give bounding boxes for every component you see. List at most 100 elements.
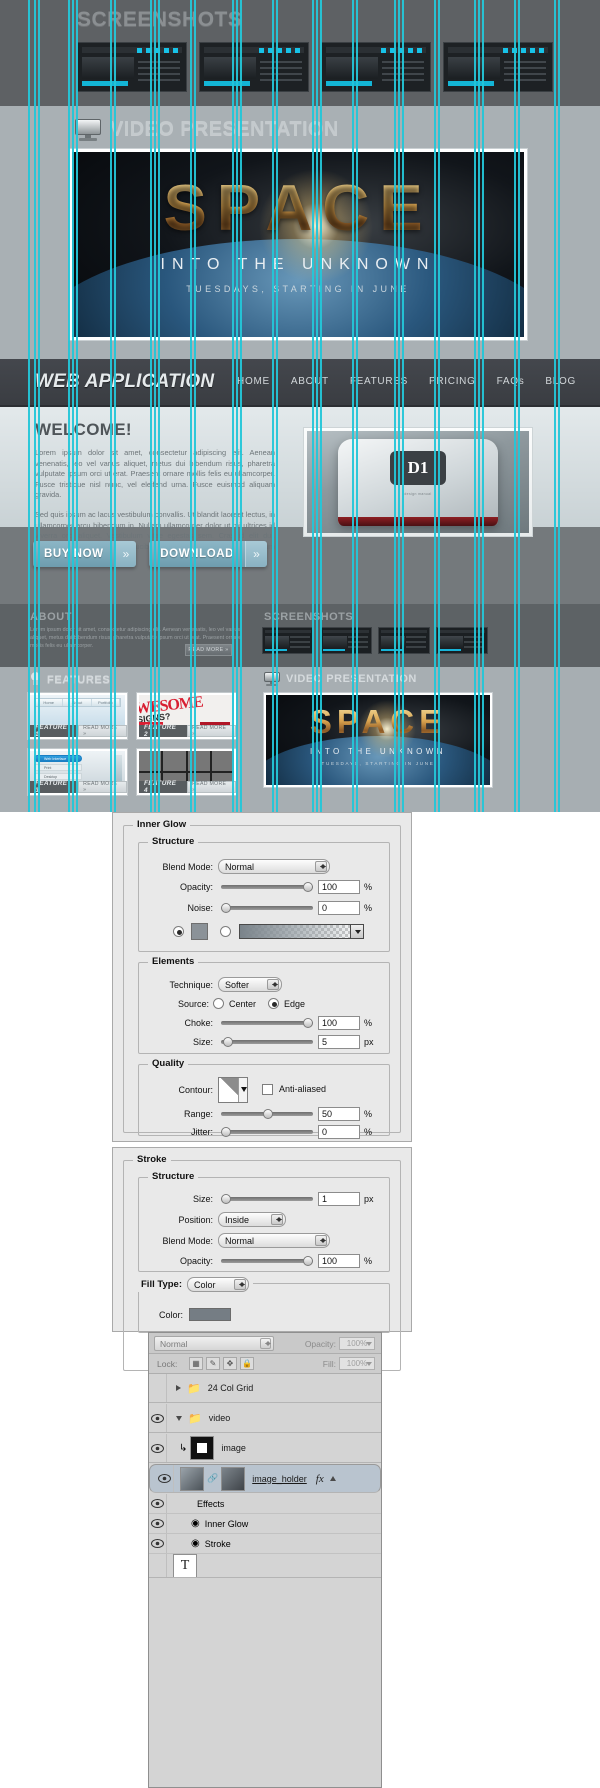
stepper-icon[interactable]	[234, 1279, 246, 1290]
ig-source-edge-radio[interactable]	[268, 998, 280, 1009]
chevron-up-icon[interactable]	[329, 1476, 336, 1481]
feature-card[interactable]: Home About Portfolio FEATURE 1 READ MORE »	[27, 692, 128, 740]
st-fill-type-select[interactable]: Color	[187, 1277, 249, 1292]
feature-card[interactable]: FEATURE 4 READ MORE »	[136, 748, 237, 796]
layer-row-video[interactable]: 📁 video	[149, 1404, 381, 1433]
ig-jitter-value[interactable]: 0	[318, 1125, 360, 1139]
layer-row-stroke[interactable]: ◉ Stroke	[149, 1534, 381, 1554]
lock-transparent-icon[interactable]: ▦	[189, 1357, 203, 1370]
layer-thumbnail[interactable]	[180, 1466, 204, 1491]
feature-3-read-more[interactable]: READ MORE »	[78, 781, 127, 793]
layer-row-image-holder[interactable]: 🔗 image_holder fx	[149, 1464, 381, 1493]
eye-toggle-icon[interactable]	[149, 1494, 167, 1513]
lock-brush-icon[interactable]: ✎	[206, 1357, 220, 1370]
ig-source-center-radio[interactable]	[213, 998, 224, 1009]
feature-4-name: FEATURE 4	[139, 780, 188, 794]
st-color-swatch[interactable]	[189, 1308, 231, 1321]
screenshot-thumb[interactable]	[321, 42, 431, 92]
stepper-icon[interactable]	[271, 1214, 283, 1225]
lock-all-icon[interactable]: 🔒	[240, 1357, 254, 1370]
download-button[interactable]: DOWNLOAD »	[149, 541, 267, 567]
fx-icon[interactable]: fx	[316, 1473, 324, 1485]
eye-toggle-icon[interactable]	[149, 1534, 167, 1553]
st-size-value[interactable]: 1	[318, 1192, 360, 1206]
stepper-icon[interactable]	[315, 1235, 327, 1246]
eye-toggle-icon[interactable]	[149, 1404, 167, 1432]
ig-choke-slider[interactable]	[221, 1017, 313, 1029]
st-blend-mode-select[interactable]: Normal	[218, 1233, 330, 1248]
about-read-more-button[interactable]: READ MORE »	[185, 644, 232, 656]
mini-screenshot[interactable]	[262, 627, 314, 654]
mini-screenshot[interactable]	[320, 627, 372, 654]
video2-title: VIDEO PRESENTATION	[286, 673, 417, 685]
screenshot-thumb[interactable]	[199, 42, 309, 92]
ig-noise-slider[interactable]	[221, 902, 313, 914]
stepper-icon[interactable]	[267, 979, 279, 990]
feature-4-read-more[interactable]: READ MORE »	[187, 781, 236, 793]
chevron-down-icon[interactable]	[176, 1415, 182, 1421]
stepper-icon[interactable]	[260, 1338, 271, 1349]
chevron-down-icon[interactable]	[238, 1078, 247, 1102]
ig-choke-value[interactable]: 100	[318, 1016, 360, 1030]
ig-opacity-slider[interactable]	[221, 881, 313, 893]
layer-row-24-col-grid[interactable]: 📁 24 Col Grid	[149, 1374, 381, 1403]
ig-noise-value[interactable]: 0	[318, 901, 360, 915]
eye-toggle-icon[interactable]	[149, 1374, 167, 1402]
nav-link-home[interactable]: HOME	[237, 376, 270, 387]
link-icon[interactable]: 🔗	[207, 1473, 218, 1484]
layer-row-image[interactable]: ↳ image	[149, 1434, 381, 1463]
eye-toggle-icon[interactable]	[149, 1434, 167, 1462]
layer-row-effects[interactable]: Effects	[149, 1494, 381, 1514]
nav-link-blog[interactable]: BLOG	[545, 376, 576, 387]
feature-card[interactable]: WESOME SIGNS? FEATURE 2 READ MORE »	[136, 692, 237, 740]
layer-thumbnail[interactable]	[190, 1436, 215, 1460]
ig-size-value[interactable]: 5	[318, 1035, 360, 1049]
site-navbar: WEB APPLICATION HOME ABOUT FEATURES PRIC…	[0, 359, 600, 407]
st-size-slider[interactable]	[221, 1193, 313, 1205]
lock-move-icon[interactable]: ✥	[223, 1357, 237, 1370]
nav-link-pricing[interactable]: PRICING	[429, 376, 476, 387]
ig-glow-color-swatch[interactable]	[191, 923, 208, 940]
ig-technique-label: Technique:	[169, 979, 213, 990]
ig-contour-picker[interactable]	[218, 1077, 248, 1103]
ig-technique-select[interactable]: Softer	[218, 977, 282, 992]
ig-size-slider[interactable]	[221, 1036, 313, 1048]
video-poster-frame[interactable]: SPACE INTO THE UNKNOWN TUESDAYS, STARTIN…	[68, 148, 528, 341]
layer-row-text-partial[interactable]: T	[149, 1554, 381, 1578]
ig-fill-color-radio[interactable]	[173, 926, 184, 937]
buy-now-button[interactable]: BUY NOW »	[33, 541, 137, 567]
st-position-select[interactable]: Inside	[218, 1212, 286, 1227]
video2-poster-frame[interactable]: SPACE INTO THE UNKNOWN TUESDAYS, STARTIN…	[263, 692, 493, 788]
st-opacity-value[interactable]: 100	[318, 1254, 360, 1268]
ig-anti-aliased-checkbox[interactable]	[262, 1084, 273, 1095]
ig-gradient-picker[interactable]	[239, 924, 364, 939]
layers-fill-value[interactable]: 100%	[339, 1357, 375, 1370]
layers-opacity-value[interactable]: 100%	[339, 1337, 375, 1350]
eye-toggle-icon[interactable]	[149, 1554, 167, 1577]
chevron-down-icon[interactable]	[350, 925, 363, 938]
ig-opacity-value[interactable]: 100	[318, 880, 360, 894]
eye-toggle-icon[interactable]	[156, 1465, 174, 1492]
ig-range-slider[interactable]	[221, 1108, 313, 1120]
stepper-icon[interactable]	[315, 861, 327, 872]
eye-toggle-icon[interactable]	[149, 1514, 167, 1533]
chevron-right-icon[interactable]	[176, 1385, 181, 1391]
feature-1-read-more[interactable]: READ MORE »	[78, 725, 127, 737]
mini-screenshot[interactable]	[436, 627, 488, 654]
feature-card[interactable]: Web Interface Print Desktop Phone FEATUR…	[27, 748, 128, 796]
ig-range-value[interactable]: 50	[318, 1107, 360, 1121]
layers-blend-mode-select[interactable]: Normal	[154, 1336, 274, 1351]
screenshot-thumb[interactable]	[77, 42, 187, 92]
mini-screenshot[interactable]	[378, 627, 430, 654]
st-opacity-slider[interactable]	[221, 1255, 313, 1267]
feature-2-read-more[interactable]: READ MORE »	[187, 725, 236, 737]
layer-row-inner-glow[interactable]: ◉ Inner Glow	[149, 1514, 381, 1534]
ig-jitter-slider[interactable]	[221, 1126, 313, 1138]
nav-link-features[interactable]: FEATURES	[350, 376, 408, 387]
nav-link-faqs[interactable]: FAQs	[497, 376, 525, 387]
nav-link-about[interactable]: ABOUT	[291, 376, 329, 387]
ig-blend-mode-select[interactable]: Normal	[218, 859, 330, 874]
layer-mask-thumbnail[interactable]	[221, 1466, 246, 1491]
ig-fill-gradient-radio[interactable]	[220, 926, 231, 937]
screenshot-thumb[interactable]	[443, 42, 553, 92]
